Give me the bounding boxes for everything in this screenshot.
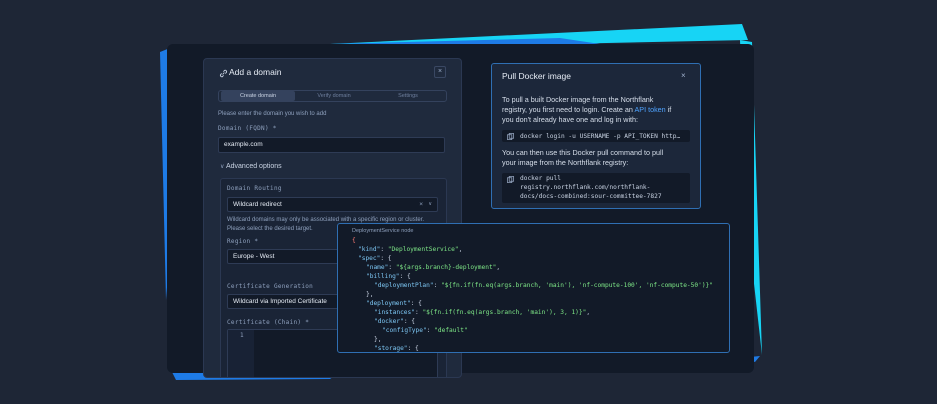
dialog-title: Add a domain	[229, 67, 282, 77]
routing-select[interactable]: Wildcard redirect × ∨	[227, 197, 438, 212]
tab-settings[interactable]: Settings	[371, 91, 445, 101]
code-line: "spec": {	[358, 255, 392, 262]
pull-line-2: your image from the Northflank registry:	[502, 158, 629, 167]
login-command-box: docker login -u USERNAME -p API_TOKEN ht…	[502, 130, 690, 142]
api-token-link[interactable]: API token	[635, 105, 666, 114]
cert-gen-label: Certificate Generation	[227, 283, 314, 290]
cert-chain-label: Certificate (Chain) *	[227, 319, 310, 326]
intro-line-3: you don't already have one and log in wi…	[502, 115, 639, 124]
code-line: "storage": {	[374, 345, 419, 352]
pull-command-line-2: registry.northflank.com/northflank-	[520, 184, 651, 191]
editor-header: DeploymentService node	[352, 228, 414, 234]
login-command: docker login -u USERNAME -p API_TOKEN ht…	[520, 132, 681, 140]
routing-label: Domain Routing	[227, 185, 282, 192]
code-line: "name": "${args.branch}-deployment",	[366, 264, 501, 271]
pull-command-box: docker pull registry.northflank.com/nort…	[502, 173, 690, 203]
code-line: "deployment": {	[366, 300, 422, 307]
tab-verify-domain[interactable]: Verify domain	[297, 91, 371, 101]
code-line: },	[374, 336, 382, 343]
intro-line-2b: if	[667, 105, 672, 114]
close-button[interactable]: ×	[681, 71, 686, 80]
routing-select-value: Wildcard redirect	[233, 201, 282, 208]
code-line: "deploymentPlan": "${fn.if(fn.eq(args.br…	[374, 282, 714, 289]
code-line: {	[352, 237, 356, 244]
cert-gen-select-value: Wildcard via Imported Certificate	[233, 298, 327, 305]
tab-create-domain[interactable]: Create domain	[221, 91, 295, 101]
intro-line-2: registry, you first need to login. Creat…	[502, 105, 633, 114]
advanced-options-label: Advanced options	[225, 163, 282, 170]
tab-bar: Create domain Verify domain Settings	[218, 90, 447, 102]
code-line: "configType": "default"	[382, 327, 468, 334]
copy-icon[interactable]	[507, 176, 514, 183]
region-select-value: Europe - West	[233, 253, 275, 260]
pull-command-line-3: docs/docs-combined:sour-committee-7827	[520, 193, 662, 200]
dialog-title: Pull Docker image	[502, 71, 571, 81]
advanced-options-toggle[interactable]: ∨ Advanced options	[220, 163, 282, 170]
domain-label: Domain (FQDN) *	[218, 125, 277, 132]
code-line: "docker": {	[374, 318, 415, 325]
domain-input-value: example.com	[224, 141, 263, 148]
line-number: 1	[240, 332, 244, 339]
routing-help-2: Please select the desired target.	[227, 226, 313, 232]
pull-command: docker pull registry.northflank.com/nort…	[520, 174, 662, 201]
json-editor-panel[interactable]: DeploymentService node { "kind": "Deploy…	[337, 223, 730, 353]
intro-text: Please enter the domain you wish to add	[218, 111, 327, 117]
close-button[interactable]: ×	[434, 66, 446, 78]
region-label: Region *	[227, 238, 259, 245]
code-line: "kind": "DeploymentService",	[358, 246, 463, 253]
code-line: },	[366, 291, 374, 298]
domain-input[interactable]: example.com	[218, 137, 445, 153]
chevron-down-icon: ∨	[428, 201, 432, 207]
copy-icon[interactable]	[507, 132, 514, 140]
pull-text: You can then use this Docker pull comman…	[502, 148, 694, 168]
pull-command-line-1: docker pull	[520, 175, 561, 182]
clear-icon[interactable]: ×	[419, 198, 423, 211]
pull-line-1: You can then use this Docker pull comman…	[502, 148, 664, 157]
code-line: "billing": {	[366, 273, 411, 280]
pull-docker-dialog: Pull Docker image × To pull a built Dock…	[491, 63, 701, 209]
chevron-down-icon: ∨	[220, 164, 225, 170]
link-icon	[219, 69, 228, 78]
intro-text: To pull a built Docker image from the No…	[502, 95, 694, 125]
intro-line-1: To pull a built Docker image from the No…	[502, 95, 654, 104]
code-line: "instances": "${fn.if(fn.eq(args.branch,…	[374, 309, 591, 316]
